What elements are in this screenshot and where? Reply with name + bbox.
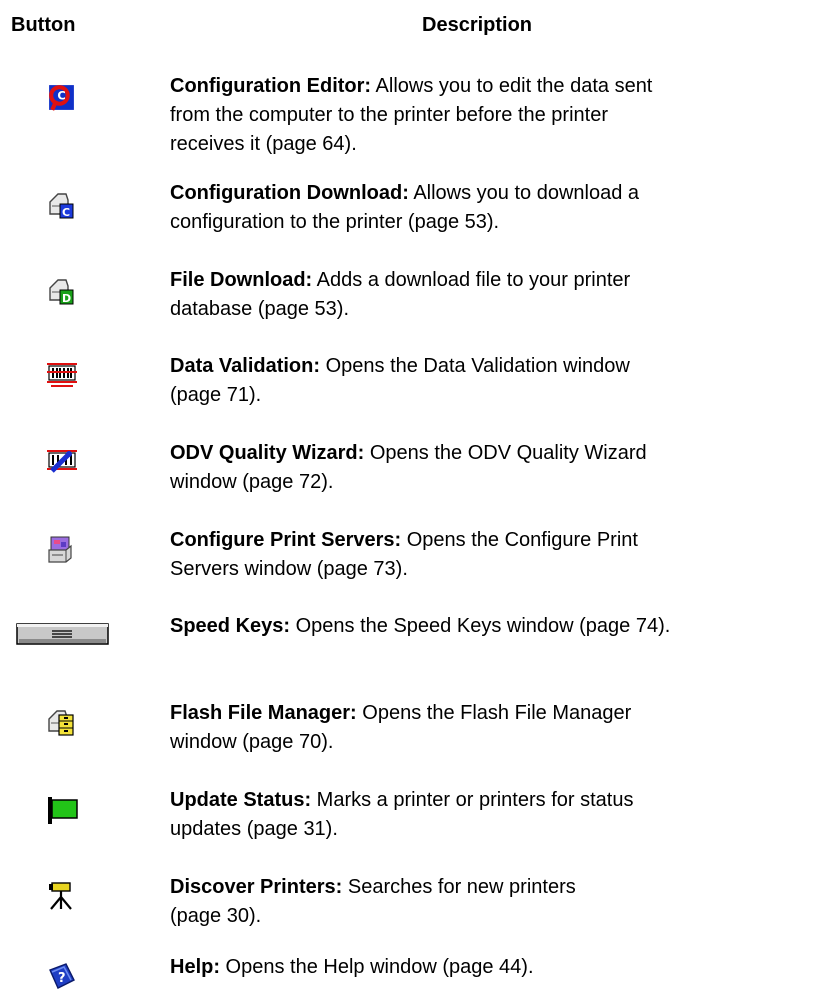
row-text: Adds a download file to your printer — [312, 269, 631, 291]
speed-keys-icon — [16, 623, 109, 645]
row-text: window (page 70). — [170, 731, 334, 753]
row-title: Flash File Manager: — [170, 702, 357, 724]
help-icon: ? — [46, 960, 78, 992]
row-title: Discover Printers: — [170, 876, 343, 898]
row-text: (page 30). — [170, 905, 262, 927]
column-header-description: Description — [422, 14, 533, 36]
row-title: Configure Print Servers: — [170, 529, 402, 551]
row-text: Opens the Configure Print — [401, 529, 638, 551]
row-text: from the computer to the printer before … — [170, 104, 608, 126]
row-title: ODV Quality Wizard: — [170, 442, 365, 464]
row-text: (page 71). — [170, 384, 262, 406]
row-title: Help: — [170, 956, 220, 978]
configuration-download-icon: C — [46, 190, 76, 220]
svg-text:C: C — [62, 206, 70, 219]
row-title: Data Validation: — [170, 355, 321, 377]
row-text: configuration to the printer (page 53). — [170, 211, 500, 233]
row-text: Opens the Flash File Manager — [356, 702, 632, 724]
odv-quality-wizard-icon — [46, 447, 78, 475]
row-text: Opens the Speed Keys window (page 74). — [290, 615, 671, 637]
data-validation-icon — [46, 360, 78, 388]
svg-text:D: D — [62, 292, 71, 305]
update-status-icon — [45, 795, 79, 825]
svg-text:C: C — [57, 89, 65, 103]
svg-text:?: ? — [58, 971, 66, 986]
row-text: updates (page 31). — [170, 818, 338, 840]
row-text: Allows you to download a — [408, 182, 640, 204]
row-text: Servers window (page 73). — [170, 558, 408, 580]
file-download-icon: D — [46, 276, 76, 306]
row-title: Configuration Download: — [170, 182, 409, 204]
row-text: Opens the Help window (page 44). — [220, 956, 534, 978]
column-header-button: Button — [11, 14, 76, 36]
configuration-editor-icon: C — [46, 82, 77, 113]
row-text: Marks a printer or printers for status — [311, 789, 634, 811]
row-title: Update Status: — [170, 789, 312, 811]
row-text: Opens the Data Validation window — [320, 355, 630, 377]
row-text: Allows you to edit the data sent — [371, 75, 653, 97]
configure-print-servers-icon — [46, 534, 76, 564]
row-title: Configuration Editor: — [170, 75, 372, 97]
row-text: receives it (page 64). — [170, 133, 357, 155]
flash-file-manager-icon — [46, 707, 76, 737]
row-title: Speed Keys: — [170, 615, 291, 637]
row-text: Opens the ODV Quality Wizard — [364, 442, 647, 464]
row-text: database (page 53). — [170, 298, 350, 320]
row-title: File Download: — [170, 269, 313, 291]
row-text: window (page 72). — [170, 471, 334, 493]
row-text: Searches for new printers — [342, 876, 576, 898]
discover-printers-icon — [46, 879, 78, 911]
